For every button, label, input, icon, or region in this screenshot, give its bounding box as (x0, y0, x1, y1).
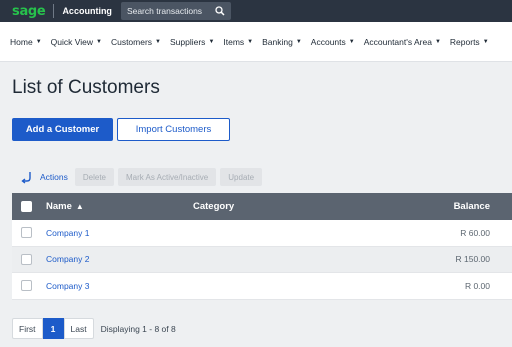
customer-name-link[interactable]: Company 3 (46, 281, 89, 291)
category-column-header[interactable]: Category (193, 201, 234, 212)
table-row: Company 3 R 0.00 (12, 273, 512, 300)
caret-down-icon: ▼ (35, 38, 42, 45)
divider (53, 4, 55, 18)
last-page-button[interactable]: Last (63, 318, 94, 339)
page-1-button[interactable]: 1 (42, 318, 64, 339)
caret-down-icon: ▼ (482, 38, 489, 45)
delete-button[interactable]: Delete (74, 168, 114, 186)
customer-name-link[interactable]: Company 1 (46, 228, 89, 238)
select-all-checkbox[interactable] (21, 201, 32, 212)
table-header: Name ▲ Category Balance (12, 193, 512, 220)
pagination-info: Displaying 1 - 8 of 8 (100, 323, 176, 334)
caret-down-icon: ▼ (208, 38, 215, 45)
page-title: List of Customers (12, 77, 160, 98)
table-row: Company 1 R 60.00 (12, 220, 512, 247)
row-checkbox[interactable] (21, 227, 32, 239)
caret-down-icon: ▼ (295, 38, 302, 45)
mark-active-inactive-button[interactable]: Mark As Active/Inactive (118, 168, 217, 186)
caret-down-icon: ▼ (247, 38, 254, 45)
search-box[interactable] (120, 2, 231, 20)
main-nav: Home ▼ Quick View ▼ Customers ▼ Suppliers ▼ … (0, 22, 512, 62)
search-icon[interactable] (213, 4, 227, 18)
customer-balance: R 0.00 (464, 280, 490, 291)
nav-customers[interactable]: Customers ▼ (111, 37, 161, 47)
nav-suppliers[interactable]: Suppliers ▼ (170, 37, 214, 47)
actions-label[interactable]: Actions (40, 172, 68, 182)
sort-ascending-icon: ▲ (75, 202, 84, 211)
customer-balance: R 150.00 (455, 254, 491, 265)
first-page-button[interactable]: First (12, 318, 43, 339)
sage-logo[interactable]: sage (12, 4, 46, 19)
search-input[interactable] (126, 6, 213, 16)
nav-items[interactable]: Items ▼ (223, 37, 253, 47)
pagination: First 1 Last Displaying 1 - 8 of 8 (12, 318, 176, 339)
row-checkbox[interactable] (21, 280, 32, 292)
nav-home[interactable]: Home ▼ (10, 37, 42, 47)
app-title[interactable]: Accounting (62, 6, 112, 16)
import-customers-button[interactable]: Import Customers (117, 118, 230, 141)
balance-column-header[interactable]: Balance (454, 201, 490, 212)
actions-toolbar: Actions Delete Mark As Active/Inactive U… (20, 168, 266, 186)
nav-reports[interactable]: Reports ▼ (450, 37, 489, 47)
nav-accountants-area[interactable]: Accountant's Area ▼ (364, 37, 441, 47)
customer-name-link[interactable]: Company 2 (46, 254, 89, 264)
top-bar: sage Accounting (0, 0, 512, 22)
nav-accounts[interactable]: Accounts ▼ (311, 37, 355, 47)
actions-arrow-icon (20, 170, 34, 184)
nav-quick-view[interactable]: Quick View ▼ (51, 37, 102, 47)
row-checkbox[interactable] (21, 253, 32, 265)
customers-table: Name ▲ Category Balance Company 1 R 60.00… (12, 193, 512, 300)
caret-down-icon: ▼ (434, 38, 441, 45)
add-customer-button[interactable]: Add a Customer (12, 118, 113, 141)
caret-down-icon: ▼ (348, 38, 355, 45)
table-row: Company 2 R 150.00 (12, 246, 512, 273)
caret-down-icon: ▼ (96, 38, 102, 45)
update-button[interactable]: Update (220, 168, 263, 186)
nav-banking[interactable]: Banking ▼ (262, 37, 302, 47)
caret-down-icon: ▼ (155, 38, 161, 45)
customer-balance: R 60.00 (460, 227, 490, 238)
name-column-header[interactable]: Name ▲ (46, 201, 84, 212)
